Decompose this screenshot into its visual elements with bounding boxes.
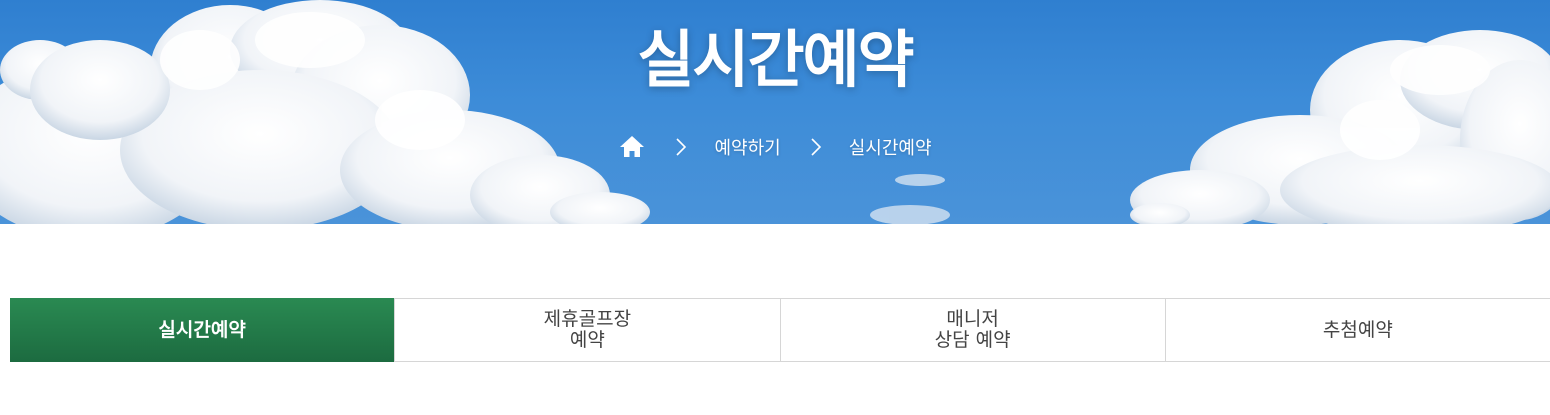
tab-manager-consultation-reservation[interactable]: 매니저 상담 예약 [781, 299, 1166, 361]
breadcrumb-item-realtime-reservation[interactable]: 실시간예약 [849, 134, 932, 160]
breadcrumb: 예약하기 실시간예약 [0, 133, 1550, 161]
tab-partner-golf-reservation[interactable]: 제휴골프장 예약 [395, 299, 781, 361]
tab-lottery-reservation[interactable]: 추첨예약 [1166, 299, 1550, 361]
page-title: 실시간예약 [637, 23, 914, 96]
chevron-right-icon [809, 137, 823, 157]
breadcrumb-item-reservation[interactable]: 예약하기 [714, 134, 780, 160]
reservation-tabs: 실시간예약 제휴골프장 예약 매니저 상담 예약 추첨예약 [10, 298, 1550, 362]
tab-realtime-reservation[interactable]: 실시간예약 [10, 298, 396, 362]
hero-banner: 실시간예약 예약하기 실시간예약 [0, 0, 1550, 224]
chevron-right-icon [674, 137, 688, 157]
home-icon[interactable] [618, 133, 646, 161]
